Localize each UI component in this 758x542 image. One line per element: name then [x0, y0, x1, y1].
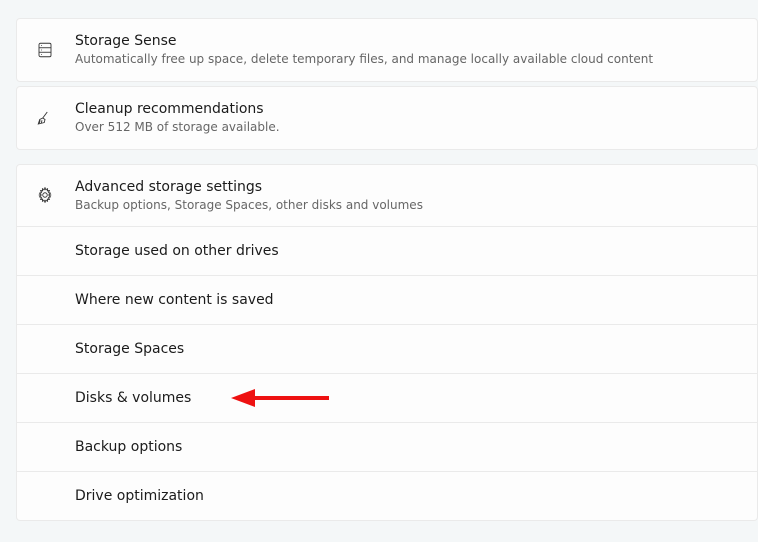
sub-item-label: Where new content is saved: [75, 292, 274, 308]
broom-icon: [33, 106, 57, 130]
storage-sense-title: Storage Sense: [75, 32, 653, 50]
gear-icon: [33, 183, 57, 207]
advanced-title: Advanced storage settings: [75, 178, 423, 196]
cleanup-title: Cleanup recommendations: [75, 100, 280, 118]
sub-item-storage-other-drives[interactable]: Storage used on other drives: [16, 227, 758, 276]
sub-item-label: Storage Spaces: [75, 341, 184, 357]
storage-settings-page: Storage Sense Automatically free up spac…: [0, 0, 758, 521]
sub-item-label: Disks & volumes: [75, 390, 191, 406]
sub-item-storage-spaces[interactable]: Storage Spaces: [16, 325, 758, 374]
drive-icon: [33, 38, 57, 62]
sub-item-where-new-content[interactable]: Where new content is saved: [16, 276, 758, 325]
sub-item-label: Backup options: [75, 439, 182, 455]
advanced-storage-group: Advanced storage settings Backup options…: [16, 164, 758, 522]
sub-item-disks-volumes[interactable]: Disks & volumes: [16, 374, 758, 423]
sub-item-label: Storage used on other drives: [75, 243, 279, 259]
sub-item-drive-optimization[interactable]: Drive optimization: [16, 472, 758, 521]
storage-sense-row[interactable]: Storage Sense Automatically free up spac…: [16, 18, 758, 82]
advanced-subtitle: Backup options, Storage Spaces, other di…: [75, 198, 423, 214]
cleanup-subtitle: Over 512 MB of storage available.: [75, 120, 280, 136]
sub-item-label: Drive optimization: [75, 488, 204, 504]
advanced-storage-header[interactable]: Advanced storage settings Backup options…: [16, 164, 758, 228]
storage-sense-subtitle: Automatically free up space, delete temp…: [75, 52, 653, 68]
cleanup-recommendations-row[interactable]: Cleanup recommendations Over 512 MB of s…: [16, 86, 758, 150]
sub-item-backup-options[interactable]: Backup options: [16, 423, 758, 472]
annotation-arrow-icon: [229, 386, 333, 410]
